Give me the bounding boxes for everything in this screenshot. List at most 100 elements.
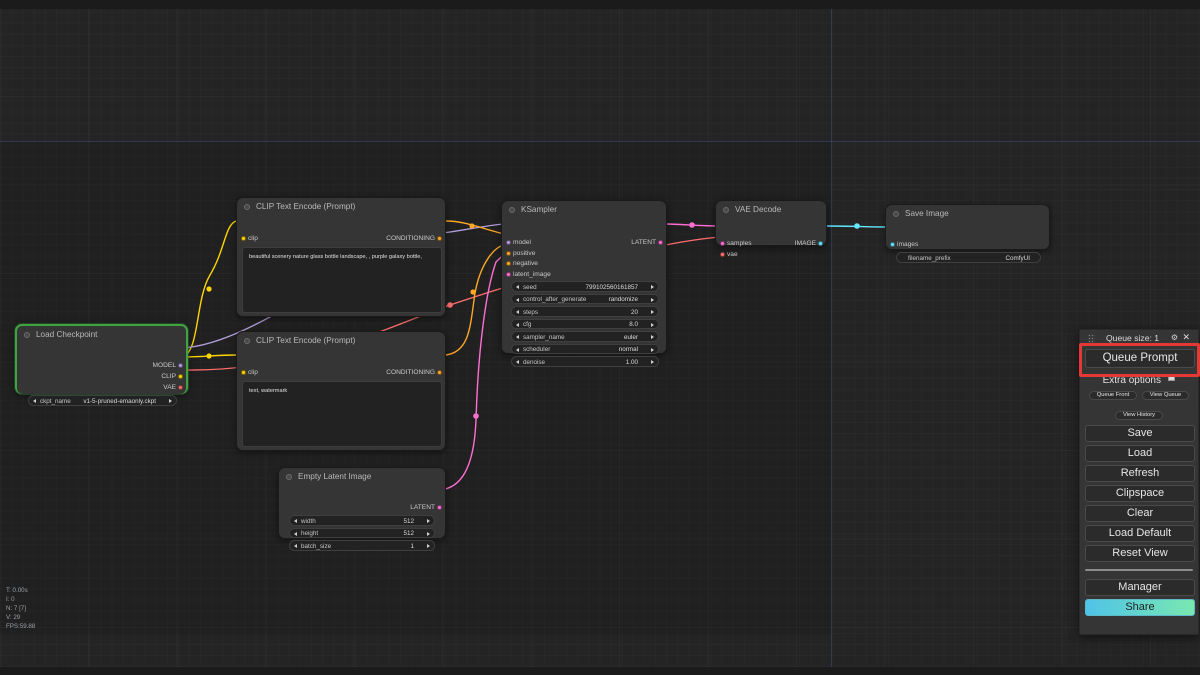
queue-prompt-button[interactable]: Queue Prompt — [1085, 349, 1195, 368]
extra-options-row[interactable]: Extra options — [1085, 370, 1193, 386]
input-slot-latent-image[interactable]: latent_image — [506, 271, 551, 278]
widget-denoise[interactable]: denoise 1.00 — [511, 356, 659, 367]
decrement-icon[interactable] — [516, 347, 519, 352]
input-dot-latent-image[interactable] — [506, 271, 511, 277]
increment-icon[interactable] — [169, 399, 172, 403]
node-title-ksampler[interactable]: KSampler — [502, 201, 666, 218]
widget-scheduler[interactable]: scheduler normal — [511, 343, 659, 354]
node-load-checkpoint[interactable]: Load Checkpoint MODEL CLIP VAE ckpt_name… — [15, 324, 188, 406]
collapse-icon[interactable] — [509, 207, 515, 213]
extra-options-checkbox[interactable] — [1168, 374, 1176, 382]
load-default-button[interactable]: Load Default — [1085, 525, 1195, 542]
node-title-save-image[interactable]: Save Image — [886, 205, 1049, 222]
manager-button[interactable]: Manager — [1085, 579, 1195, 596]
decrement-icon[interactable] — [516, 310, 519, 314]
save-button[interactable]: Save — [1085, 425, 1195, 442]
output-slot-vae[interactable]: VAE — [163, 384, 183, 391]
output-slot-conditioning[interactable]: CONDITIONING — [386, 235, 442, 242]
node-clip-text-encode-negative[interactable]: CLIP Text Encode (Prompt) clip CONDITION… — [236, 331, 446, 451]
decrement-icon[interactable] — [294, 519, 297, 523]
node-vae-decode[interactable]: VAE Decode samples vae IMAGE — [715, 200, 827, 258]
input-dot-clip[interactable] — [241, 370, 246, 376]
gear-icon[interactable]: ⚙ — [1171, 333, 1178, 342]
decrement-icon[interactable] — [294, 531, 297, 536]
input-dot-positive[interactable] — [506, 250, 511, 256]
widget-ckpt-name[interactable]: ckpt_name v1-5-pruned-emaonly.ckpt — [28, 395, 177, 406]
decrement-icon[interactable] — [294, 544, 297, 548]
prompt-textarea-negative[interactable]: text, watermark — [242, 381, 442, 447]
decrement-icon[interactable] — [516, 297, 519, 302]
node-title-clip-negative[interactable]: CLIP Text Encode (Prompt) — [237, 332, 445, 349]
output-slot-conditioning[interactable]: CONDITIONING — [386, 369, 442, 376]
input-slot-clip[interactable]: clip — [241, 235, 258, 242]
output-dot-vae[interactable] — [178, 385, 183, 391]
input-dot-images[interactable] — [890, 242, 895, 248]
node-save-image[interactable]: Save Image images filename_prefix ComfyU… — [885, 204, 1050, 263]
output-dot-clip[interactable] — [178, 374, 183, 380]
output-dot-model[interactable] — [178, 363, 183, 369]
widget-batch-size[interactable]: batch_size 1 — [289, 540, 435, 551]
increment-icon[interactable] — [427, 544, 430, 548]
load-button[interactable]: Load — [1085, 445, 1195, 462]
node-empty-latent-image[interactable]: Empty Latent Image LATENT width 512 heig… — [278, 467, 446, 551]
decrement-icon[interactable] — [516, 335, 519, 339]
output-dot-latent[interactable] — [658, 240, 663, 246]
input-slot-model[interactable]: model — [506, 239, 531, 246]
input-slot-samples[interactable]: samples — [720, 240, 752, 247]
increment-icon[interactable] — [651, 322, 654, 327]
input-slot-negative[interactable]: negative — [506, 260, 538, 267]
collapse-icon[interactable] — [723, 207, 729, 213]
collapse-icon[interactable] — [286, 474, 292, 480]
increment-icon[interactable] — [651, 285, 654, 289]
output-dot-image[interactable] — [818, 241, 823, 247]
queue-front-button[interactable]: Queue Front — [1088, 391, 1138, 400]
input-slot-vae[interactable]: vae — [720, 251, 738, 258]
widget-cfg[interactable]: cfg 8.0 — [511, 318, 659, 329]
clear-button[interactable]: Clear — [1085, 505, 1195, 522]
input-slot-positive[interactable]: positive — [506, 250, 535, 257]
output-slot-model[interactable]: MODEL — [153, 362, 183, 369]
increment-icon[interactable] — [651, 310, 654, 314]
node-title-vae-decode[interactable]: VAE Decode — [716, 201, 826, 218]
widget-seed[interactable]: seed 799102560161857 — [511, 281, 659, 292]
input-slot-clip[interactable]: clip — [241, 369, 258, 376]
collapse-icon[interactable] — [244, 204, 250, 210]
prompt-textarea-positive[interactable]: beautiful scenery nature glass bottle la… — [242, 247, 442, 313]
output-dot-conditioning[interactable] — [437, 370, 442, 376]
refresh-button[interactable]: Refresh — [1085, 465, 1195, 482]
input-dot-clip[interactable] — [241, 236, 246, 242]
input-dot-model[interactable] — [506, 240, 511, 246]
output-dot-latent[interactable] — [437, 505, 442, 511]
widget-sampler-name[interactable]: sampler_name euler — [511, 331, 659, 342]
clipspace-button[interactable]: Clipspace — [1085, 485, 1195, 502]
output-slot-latent[interactable]: LATENT — [631, 239, 663, 246]
widget-width[interactable]: width 512 — [289, 515, 435, 526]
widget-control-after-generate[interactable]: control_after_generate randomize — [511, 293, 659, 304]
increment-icon[interactable] — [651, 360, 654, 364]
view-history-button[interactable]: View History — [1114, 411, 1164, 420]
widget-height[interactable]: height 512 — [289, 527, 435, 538]
node-title-clip-positive[interactable]: CLIP Text Encode (Prompt) — [237, 198, 445, 215]
widget-steps[interactable]: steps 20 — [511, 306, 659, 317]
node-title-empty-latent[interactable]: Empty Latent Image — [279, 468, 445, 485]
close-icon[interactable]: ✕ — [1182, 332, 1190, 343]
increment-icon[interactable] — [651, 335, 654, 339]
node-clip-text-encode-positive[interactable]: CLIP Text Encode (Prompt) clip CONDITION… — [236, 197, 446, 317]
output-slot-image[interactable]: IMAGE — [795, 240, 823, 247]
collapse-icon[interactable] — [24, 332, 30, 338]
reset-view-button[interactable]: Reset View — [1085, 545, 1195, 562]
output-dot-conditioning[interactable] — [437, 236, 442, 242]
collapse-icon[interactable] — [244, 338, 250, 344]
output-slot-latent[interactable]: LATENT — [410, 504, 442, 511]
increment-icon[interactable] — [427, 519, 430, 523]
output-slot-clip[interactable]: CLIP — [161, 373, 183, 380]
decrement-icon[interactable] — [33, 399, 36, 403]
decrement-icon[interactable] — [516, 285, 519, 289]
drag-handle-icon[interactable] — [1088, 334, 1095, 343]
input-dot-negative[interactable] — [506, 261, 511, 267]
menu-header[interactable]: Queue size: 1 ⚙ ✕ — [1085, 330, 1193, 346]
comfy-menu-panel[interactable]: Queue size: 1 ⚙ ✕ Queue Prompt Extra opt… — [1079, 329, 1199, 635]
share-button[interactable]: Share — [1085, 599, 1195, 616]
increment-icon[interactable] — [651, 297, 654, 302]
input-dot-samples[interactable] — [720, 241, 725, 247]
